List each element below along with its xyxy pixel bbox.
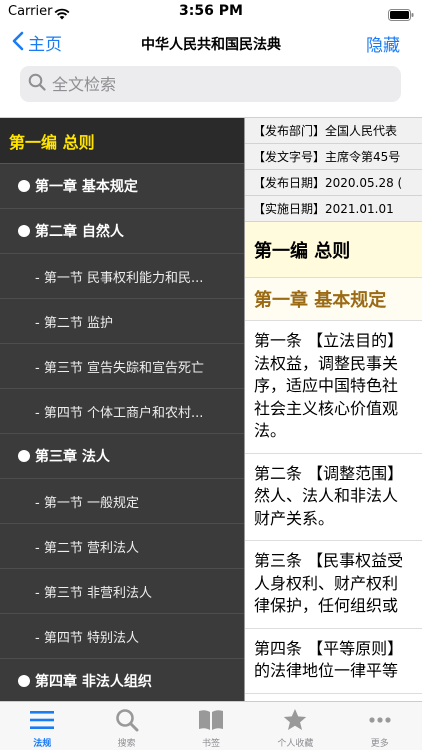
article-block[interactable]: 第四条 【平等原则】 的法律地位一律平等: [245, 629, 422, 694]
meta-block: 【发布部门】全国人民代表 【发文字号】主席令第45号 【发布日期】2020.05.2…: [245, 118, 422, 222]
article-line: 第四条 【平等原则】: [254, 638, 404, 658]
toc-chapter-label: 第三章 法人: [35, 449, 110, 465]
more-icon: [367, 708, 393, 732]
article-line: 然人、法人和非法人: [254, 486, 399, 505]
article-block[interactable]: 第三条 【民事权益受 人身权利、财产权利 律保护，任何组织或: [245, 541, 422, 629]
meta-row: 【实施日期】2021.01.01: [245, 196, 422, 222]
bullet-icon: [18, 180, 30, 192]
toc-chapter-item[interactable]: 第三章 法人: [0, 434, 244, 479]
tab-label: 搜索: [117, 739, 136, 749]
article-line: 律保护，任何组织或: [254, 596, 399, 615]
article-line: 法权益，调整民事关: [254, 353, 399, 373]
article-line: 的法律地位一律平等: [254, 661, 399, 680]
search-icon: [28, 73, 46, 95]
toc-chapter-item[interactable]: 第一章 基本规定: [0, 164, 244, 209]
list-icon: [29, 708, 55, 732]
content-chapter-title: 第一章 基本规定: [245, 278, 422, 321]
article-line: 序，适应中国特色社: [254, 376, 399, 395]
meta-row: 【发文字号】主席令第45号: [245, 144, 422, 170]
content-part-title: 第一编 总则: [245, 222, 422, 278]
article-line: 人身权利、财产权利: [254, 573, 399, 593]
tab-list[interactable]: 法规: [0, 702, 84, 750]
toc-section-item[interactable]: - 第三节 宣告失踪和宣告死亡: [0, 344, 244, 389]
toc-section-item[interactable]: - 第四节 特别法人: [0, 614, 244, 659]
meta-row: 【发布日期】2020.05.28 (: [245, 170, 422, 196]
toc-chapter-item[interactable]: 第二章 自然人: [0, 209, 244, 254]
tab-search[interactable]: 搜索: [84, 702, 168, 750]
tab-label: 法规: [33, 739, 52, 749]
bullet-icon: [18, 225, 30, 237]
toc-section-item[interactable]: - 第一节 一般规定: [0, 479, 244, 524]
tab-label: 更多: [370, 739, 389, 749]
article-line: 第一条 【立法目的】: [254, 331, 404, 350]
toc-chapter-item[interactable]: 第四章 非法人组织: [0, 659, 244, 701]
toc-part-item[interactable]: 第一编 总则: [0, 118, 244, 164]
article-block[interactable]: 第二条 【调整范围】 然人、法人和非法人 财产关系。: [245, 454, 422, 541]
tab-label: 书签: [201, 739, 220, 749]
toc-section-item[interactable]: - 第一节 民事权利能力和民...: [0, 254, 244, 299]
toc-section-item[interactable]: - 第二节 监护: [0, 299, 244, 344]
status-bar: Carrier 3:56 PM: [0, 0, 422, 26]
meta-row: 【发布部门】全国人民代表: [245, 118, 422, 144]
clock: 3:56 PM: [179, 3, 243, 19]
search-input[interactable]: [52, 74, 372, 94]
search-bar[interactable]: [20, 66, 401, 102]
toc-sidebar[interactable]: 第一编 总则 第一章 基本规定 第二章 自然人 - 第一节 民事权利能力和民... -…: [0, 118, 244, 701]
tab-bar: 法规 搜索 书签 个人收藏 更多: [0, 701, 422, 750]
article-line: 第三条 【民事权益受: [254, 551, 404, 570]
toc-chapter-label: 第四章 非法人组织: [35, 674, 152, 690]
navigation-bar: 主页 中华人民共和国民法典 隐藏: [0, 26, 422, 62]
article-line: 财产关系。: [254, 508, 335, 528]
tab-star[interactable]: 个人收藏: [253, 702, 337, 750]
hide-button[interactable]: 隐藏: [366, 31, 400, 56]
battery-icon: [388, 6, 414, 25]
toc-chapter-label: 第二章 自然人: [35, 224, 124, 240]
toc-chapter-label: 第一章 基本规定: [35, 179, 138, 195]
article-block[interactable]: 第一条 【立法目的】 法权益，调整民事关 序，适应中国特色社 社会主义核心价值观 法。: [245, 321, 422, 454]
article-list: 第一条 【立法目的】 法权益，调整民事关 序，适应中国特色社 社会主义核心价值观 法。第…: [245, 321, 422, 694]
tab-label: 个人收藏: [277, 739, 314, 749]
toc-section-item[interactable]: - 第四节 个体工商户和农村...: [0, 389, 244, 434]
toc-section-item[interactable]: - 第二节 营利法人: [0, 524, 244, 569]
star-icon: [282, 708, 308, 732]
tab-more[interactable]: 更多: [338, 702, 422, 750]
bullet-icon: [18, 450, 30, 462]
toc-section-item[interactable]: - 第三节 非营利法人: [0, 569, 244, 614]
tab-book[interactable]: 书签: [169, 702, 253, 750]
article-line: 法。: [254, 421, 287, 440]
page-title: 中华人民共和国民法典: [141, 37, 281, 53]
bullet-icon: [18, 675, 30, 687]
search-icon: [114, 708, 140, 732]
law-content[interactable]: 【发布部门】全国人民代表 【发文字号】主席令第45号 【发布日期】2020.05.2…: [244, 118, 422, 701]
article-line: 社会主义核心价值观: [254, 398, 399, 418]
book-icon: [197, 708, 225, 732]
article-line: 第二条 【调整范围】: [254, 463, 404, 483]
